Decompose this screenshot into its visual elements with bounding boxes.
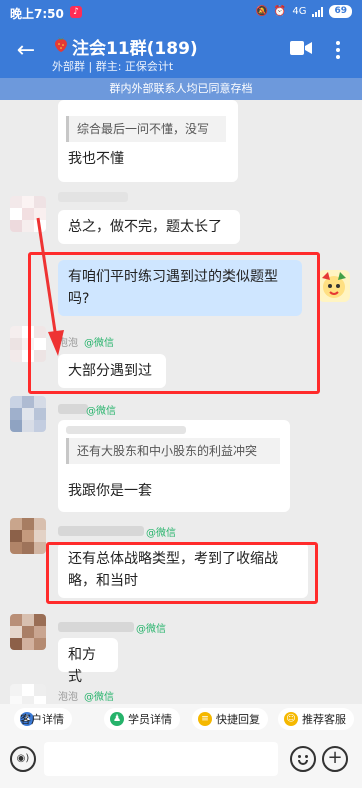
tiktok-notification-icon: ♪ <box>70 6 82 18</box>
quoted-message: 还有大股东和中小股东的利益冲突 <box>66 438 280 464</box>
message-bubble[interactable]: 总之，做不完，题太长了 <box>58 210 240 244</box>
message-text: 还有总体战略类型，考到了收缩战略，和当时 <box>68 551 278 589</box>
battery-icon: 69 <box>329 5 352 18</box>
signal-icon <box>312 6 324 17</box>
wechat-tag: @微信 <box>136 624 166 635</box>
avatar[interactable] <box>10 396 46 432</box>
quick-reply-icon: ≡ <box>198 712 212 726</box>
quick-actions-bar: ♟ 客户详情 ♟ 学员详情 ≡ 快捷回复 ☺ 推荐客服 <box>0 704 362 734</box>
sender-name-blurred <box>58 192 128 202</box>
quoted-message: 综合最后一问不懂，没写 <box>66 116 226 142</box>
message-text: 有咱们平时练习遇到过的类似题型吗? <box>68 269 278 307</box>
quick-reply-button[interactable]: ≡ 快捷回复 <box>192 708 268 730</box>
alarm-icon: ⏰ <box>273 6 287 17</box>
group-title: 注会11群(189) <box>72 39 198 59</box>
message-text: 和方式 <box>68 647 96 685</box>
back-arrow-icon[interactable]: ← <box>10 36 42 68</box>
message-bubble[interactable]: 还有总体战略类型，考到了收缩战略，和当时 <box>58 542 308 598</box>
student-details-button[interactable]: ♟ 学员详情 <box>104 708 180 730</box>
chat-header: ← 注会11群(189) 外部群 | 群主: 正保会计t <box>0 26 362 78</box>
more-options-icon[interactable] <box>328 38 348 64</box>
sender-name-blurred <box>58 526 144 536</box>
annotation-arrow <box>36 217 64 356</box>
message-bubble[interactable]: 综合最后一问不懂，没写 我也不懂 <box>58 100 238 182</box>
status-time: 晚上7:50 <box>10 7 64 21</box>
status-icons: 🔕 ⏰ 4G 69 <box>255 5 352 18</box>
network-label: 4G <box>292 6 307 17</box>
message-text: 我也不懂 <box>68 151 124 167</box>
mute-icon: 🔕 <box>255 6 268 17</box>
sender-name-blurred <box>58 404 88 414</box>
message-bubble[interactable]: 还有大股东和中小股东的利益冲突 我跟你是一套 <box>58 420 290 512</box>
sender-nickname: 泡泡 <box>58 692 78 703</box>
message-input[interactable] <box>44 742 278 776</box>
group-subtitle: 外部群 | 群主: 正保会计t <box>52 60 174 73</box>
message-bubble-mine[interactable]: 有咱们平时练习遇到过的类似题型吗? <box>58 260 302 316</box>
wechat-tag: @微信 <box>84 692 114 703</box>
wechat-tag: @微信 <box>86 406 116 417</box>
avatar[interactable] <box>10 518 46 554</box>
wechat-tag: @微信 <box>146 528 176 539</box>
input-bar: ◉) + <box>0 734 362 788</box>
voice-icon[interactable]: ◉) <box>10 746 36 772</box>
archive-notice: 群内外部联系人均已同意存档 <box>0 78 362 100</box>
recommend-icon: ☺ <box>284 712 298 726</box>
message-bubble[interactable]: 大部分遇到过 <box>58 354 166 388</box>
video-call-icon[interactable] <box>290 40 312 56</box>
message-bubble[interactable]: 和方式 <box>58 638 118 685</box>
quote-header-blurred <box>66 426 186 434</box>
chat-area[interactable]: 综合最后一问不懂，没写 我也不懂 总之，做不完，题太长了 有咱们平时练习遇到过的… <box>0 100 362 704</box>
message-text: 总之，做不完，题太长了 <box>68 219 222 235</box>
recommend-service-button[interactable]: ☺ 推荐客服 <box>278 708 354 730</box>
customer-details-button[interactable]: ♟ 客户详情 <box>14 708 72 730</box>
emoji-icon[interactable] <box>290 746 316 772</box>
student-icon: ♟ <box>110 712 124 726</box>
sender-nickname: 泡泡 <box>58 338 78 349</box>
avatar[interactable] <box>10 326 46 362</box>
wechat-tag: @微信 <box>84 338 114 349</box>
message-text: 大部分遇到过 <box>68 363 152 379</box>
mascot-avatar[interactable] <box>316 268 352 304</box>
avatar[interactable] <box>10 614 46 650</box>
avatar[interactable] <box>10 684 46 704</box>
message-text: 我跟你是一套 <box>68 483 152 499</box>
plus-icon[interactable]: + <box>322 746 348 772</box>
avatar[interactable] <box>10 196 46 232</box>
strawberry-group-icon <box>55 37 67 52</box>
status-bar: 晚上7:50 ♪ 🔕 ⏰ 4G 69 <box>0 0 362 26</box>
sender-name-blurred <box>58 622 134 632</box>
